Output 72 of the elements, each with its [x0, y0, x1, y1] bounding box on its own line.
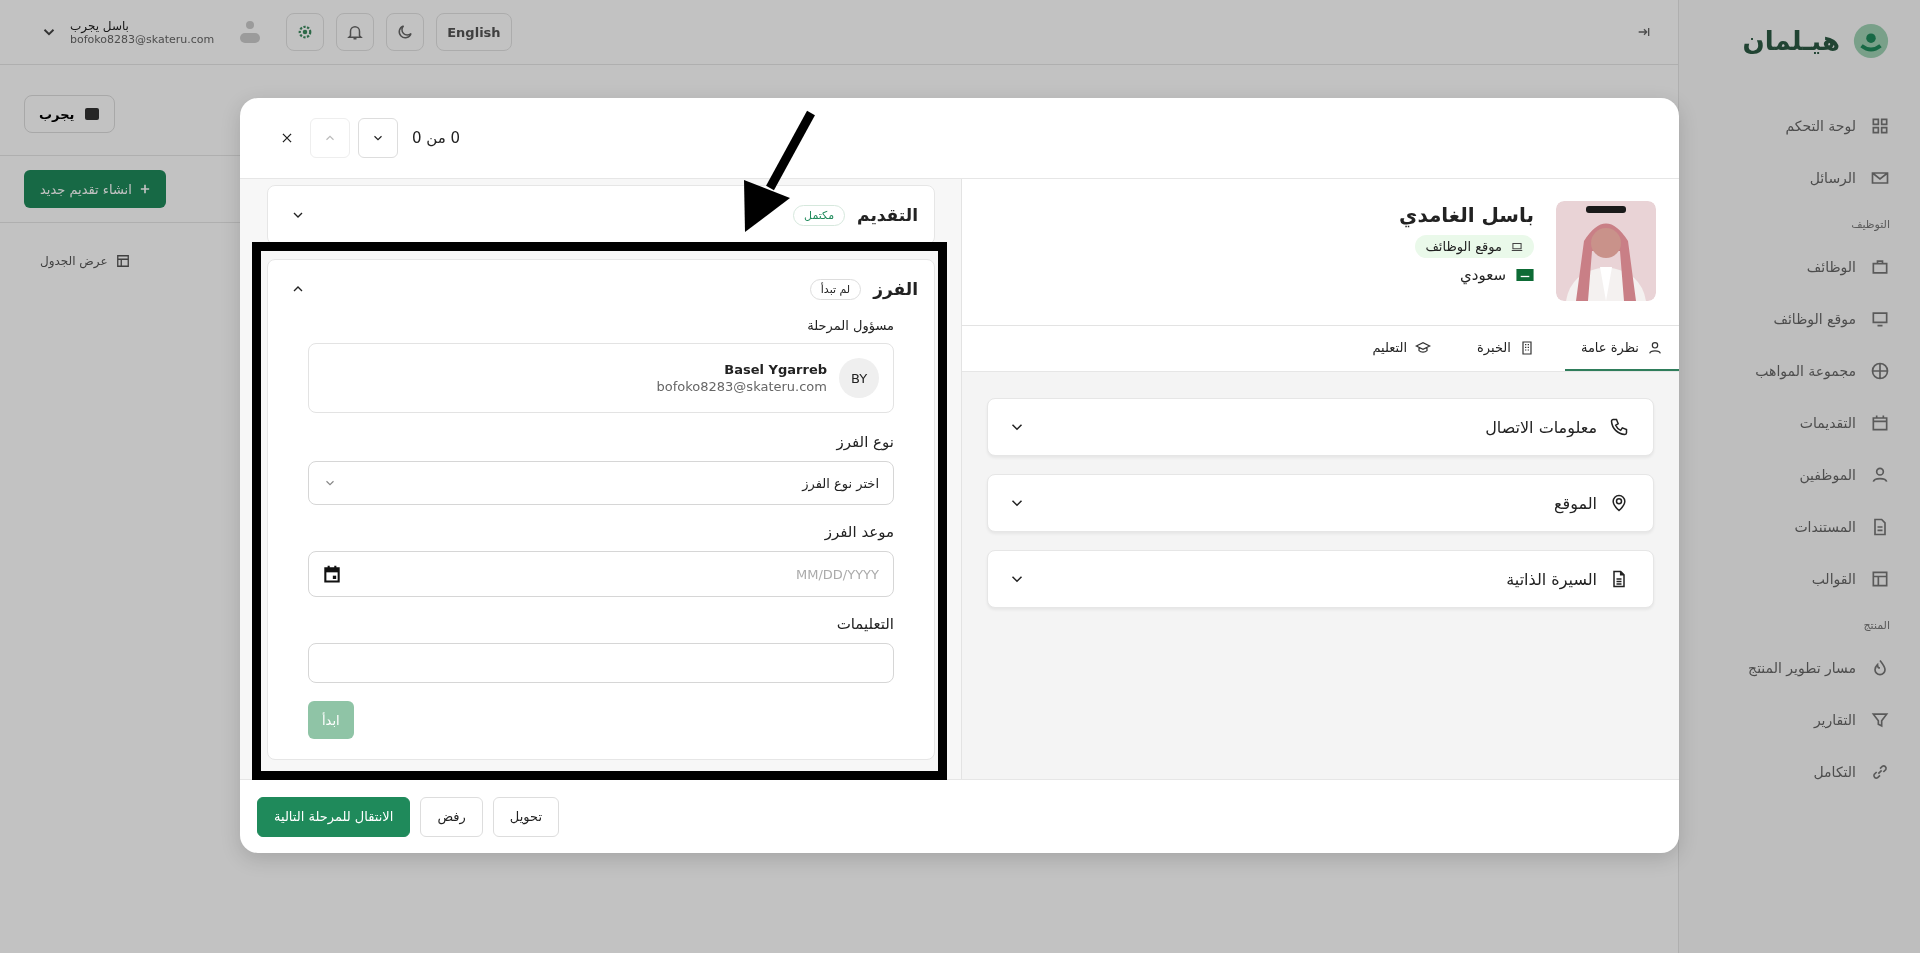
- nav-item[interactable]: موقع الوظائف: [1695, 293, 1890, 345]
- section-title: الموقع: [1553, 493, 1597, 513]
- tab[interactable]: التعليم: [1356, 326, 1448, 371]
- create-button[interactable]: انشاء تقديم جديد: [24, 170, 166, 208]
- user-email: bofoko8283@skateru.com: [70, 32, 215, 46]
- section-label: التوظيف: [1850, 218, 1890, 231]
- next-stage-button[interactable]: الانتقال للمرحلة التالية: [257, 796, 411, 837]
- calendar-icon: [1870, 413, 1890, 433]
- stage-title: التقديم: [857, 205, 918, 225]
- source-tag: موقع الوظائف: [1415, 235, 1534, 258]
- person-icon: [1647, 339, 1663, 356]
- section-title: معلومات الاتصال: [1484, 417, 1597, 437]
- layout-icon: [1870, 569, 1890, 589]
- nav-item[interactable]: المستندات: [1695, 501, 1890, 553]
- section-title: السيرة الذاتية: [1505, 569, 1597, 589]
- nationality: سعودي: [1460, 266, 1506, 284]
- nav-item[interactable]: الوظائف: [1695, 241, 1890, 293]
- action-button[interactable]: تحويل: [492, 796, 559, 837]
- accordion-section[interactable]: معلومات الاتصال: [987, 398, 1654, 456]
- field-label: نوع الفرز: [835, 433, 894, 451]
- pagination-counter: 0 من 0: [412, 129, 461, 147]
- nav-item[interactable]: الرسائل: [1695, 152, 1890, 204]
- table-icon: [115, 254, 130, 268]
- field-label: مسؤول المرحلة: [806, 318, 894, 333]
- nav-item[interactable]: مجموعة المواهب: [1695, 345, 1890, 397]
- owner-name: Basel Ygarreb: [724, 362, 827, 377]
- graduation-cap-icon: [1415, 339, 1432, 356]
- nav-item[interactable]: التقارير: [1695, 694, 1890, 746]
- language-button[interactable]: English: [436, 13, 512, 51]
- candidate-name: باسل الغامدي: [1399, 203, 1534, 227]
- location-pin-icon: [1609, 493, 1629, 513]
- owner-email: bofoko8283@skateru.com: [656, 379, 827, 394]
- plus-icon: [139, 184, 150, 194]
- briefcase-icon: [1870, 257, 1890, 277]
- table-view-button[interactable]: عرض الجدول: [28, 245, 142, 277]
- square-icon: [84, 106, 101, 122]
- nav-item[interactable]: التقديمات: [1695, 397, 1890, 449]
- notifications-button[interactable]: [336, 13, 375, 51]
- field-label: التعليمات: [835, 615, 894, 633]
- theme-toggle-button[interactable]: [386, 13, 425, 51]
- date-field[interactable]: MM/DD/YYYY: [308, 551, 894, 597]
- input-field[interactable]: [308, 643, 894, 683]
- section-label: المنتج: [1862, 619, 1890, 632]
- flag-icon: [1516, 269, 1534, 281]
- user-name: باسل يجرب: [70, 18, 129, 33]
- nav-item[interactable]: القوالب: [1695, 553, 1890, 605]
- globe-icon: [1870, 361, 1890, 381]
- nav-item[interactable]: لوحة التحكم: [1695, 100, 1890, 152]
- accordion-section[interactable]: الموقع: [987, 474, 1654, 532]
- bell-icon: [346, 23, 365, 41]
- calendar-icon[interactable]: [322, 564, 342, 584]
- accordion-section[interactable]: السيرة الذاتية: [987, 550, 1654, 608]
- stage-title: الفرز: [873, 279, 918, 299]
- workspace-button[interactable]: يجرب: [24, 95, 116, 133]
- monitor-icon: [1870, 309, 1890, 329]
- tab[interactable]: الخبرة: [1461, 326, 1551, 371]
- nav-item[interactable]: التكامل: [1695, 746, 1890, 798]
- settings-button[interactable]: [286, 13, 325, 51]
- select-field[interactable]: اختر نوع الفرز: [308, 461, 894, 505]
- avatar: BY: [839, 358, 879, 398]
- logo-icon: [1852, 22, 1890, 60]
- nav-item[interactable]: مسار تطوير المنتج: [1695, 642, 1890, 694]
- filter-icon: [1870, 710, 1890, 730]
- nav-item[interactable]: الموظفين: [1695, 449, 1890, 501]
- close-icon: [280, 131, 294, 145]
- logo-text: هيـلمان: [1742, 26, 1840, 56]
- link-icon: [1870, 762, 1890, 782]
- person-icon: [1870, 465, 1890, 485]
- action-button[interactable]: رفض: [420, 796, 483, 837]
- grid-icon: [1870, 116, 1890, 136]
- field-label: موعد الفرز: [823, 523, 894, 541]
- phone-icon: [1609, 417, 1629, 437]
